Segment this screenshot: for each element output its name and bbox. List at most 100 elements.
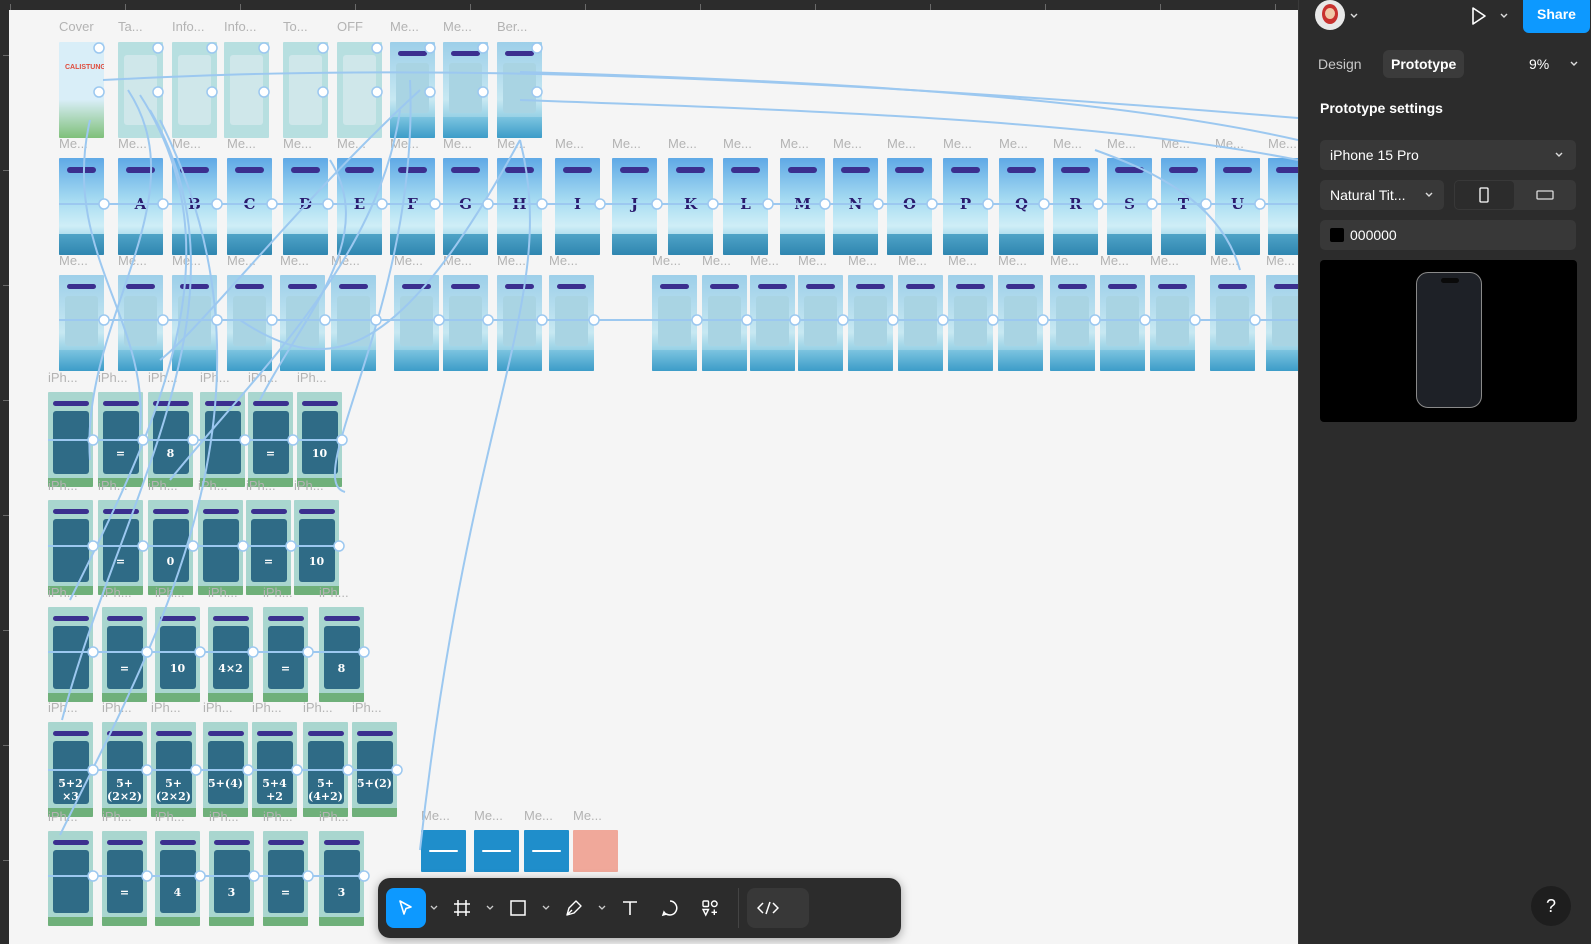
frame-thumbnail[interactable] — [524, 830, 569, 872]
components-tool-button[interactable] — [690, 888, 730, 928]
frame-label[interactable]: Me... — [443, 137, 472, 151]
frame-thumbnail[interactable]: U — [1215, 158, 1260, 255]
frame-thumbnail[interactable] — [549, 275, 594, 371]
frame-thumbnail[interactable]: 10 — [155, 607, 200, 702]
frame-thumbnail[interactable] — [573, 830, 618, 872]
frame-label[interactable]: iPh... — [203, 701, 233, 715]
frame-label[interactable]: iPh... — [155, 586, 185, 600]
frame-thumbnail[interactable] — [443, 275, 488, 371]
portrait-button[interactable] — [1455, 181, 1514, 209]
frame-label[interactable]: Me... — [337, 137, 366, 151]
frame-thumbnail[interactable] — [497, 42, 542, 138]
frame-label[interactable]: iPh... — [151, 701, 181, 715]
frame-thumbnail[interactable] — [59, 275, 104, 371]
frame-label[interactable]: Me... — [421, 809, 450, 823]
device-frame-select[interactable]: Natural Tit... — [1320, 180, 1444, 210]
frame-label[interactable]: Me... — [549, 254, 578, 268]
frame-label[interactable]: iPh... — [48, 810, 78, 824]
frame-label[interactable]: iPh... — [102, 586, 132, 600]
frame-thumbnail[interactable]: I — [555, 158, 600, 255]
zoom-level[interactable]: 9% — [1529, 50, 1549, 78]
frame-label[interactable]: Me... — [668, 137, 697, 151]
frame-label[interactable]: Me... — [943, 137, 972, 151]
frame-thumbnail[interactable]: 5+(4+2) — [303, 722, 348, 817]
frame-thumbnail[interactable]: L — [723, 158, 768, 255]
frame-label[interactable]: Me... — [172, 137, 201, 151]
frame-thumbnail[interactable]: M — [780, 158, 825, 255]
device-select[interactable]: iPhone 15 Pro — [1320, 140, 1576, 170]
frame-label[interactable]: iPh... — [263, 810, 293, 824]
frame-label[interactable]: Me... — [443, 254, 472, 268]
frame-label[interactable]: iPh... — [352, 701, 382, 715]
frame-label[interactable]: Me... — [780, 137, 809, 151]
frame-label[interactable]: Me... — [227, 137, 256, 151]
frame-thumbnail[interactable] — [331, 275, 376, 371]
frame-thumbnail[interactable] — [421, 830, 466, 872]
frame-thumbnail[interactable] — [200, 392, 245, 487]
help-button[interactable]: ? — [1531, 886, 1571, 926]
frame-thumbnail[interactable]: = — [98, 392, 143, 487]
frame-thumbnail[interactable]: B — [172, 158, 217, 255]
frame-thumbnail[interactable]: 5+(2×2) — [151, 722, 196, 817]
frame-label[interactable]: Me... — [573, 809, 602, 823]
frame-label[interactable]: Me... — [1107, 137, 1136, 151]
frame-thumbnail[interactable]: G — [443, 158, 488, 255]
frame-thumbnail[interactable]: K — [668, 158, 713, 255]
text-tool-button[interactable] — [610, 888, 650, 928]
landscape-button[interactable] — [1516, 181, 1575, 209]
frame-label[interactable]: iPh... — [303, 701, 333, 715]
dev-mode-toggle[interactable] — [747, 888, 809, 928]
frame-thumbnail[interactable] — [172, 275, 217, 371]
frame-thumbnail[interactable] — [948, 275, 993, 371]
frame-thumbnail[interactable]: C — [227, 158, 272, 255]
pen-tool-menu[interactable] — [594, 888, 610, 928]
frame-thumbnail[interactable]: S — [1107, 158, 1152, 255]
frame-label[interactable]: Me... — [750, 254, 779, 268]
frame-thumbnail[interactable]: F — [390, 158, 435, 255]
frame-label[interactable]: Me... — [1053, 137, 1082, 151]
frame-thumbnail[interactable]: 10 — [294, 500, 339, 595]
frame-label[interactable]: iPh... — [200, 371, 230, 385]
comment-tool-button[interactable] — [650, 888, 690, 928]
frame-thumbnail[interactable] — [1266, 275, 1298, 371]
frame-label[interactable]: Me... — [1215, 137, 1244, 151]
chevron-down-icon[interactable] — [1569, 59, 1579, 69]
frame-thumbnail[interactable]: = — [263, 831, 308, 926]
frame-label[interactable]: iPh... — [319, 586, 349, 600]
frame-thumbnail[interactable] — [224, 42, 269, 138]
frame-thumbnail[interactable]: P — [943, 158, 988, 255]
frame-thumbnail[interactable]: 8 — [148, 392, 193, 487]
frame-label[interactable]: Me... — [1150, 254, 1179, 268]
frame-label[interactable]: iPh... — [297, 371, 327, 385]
frame-label[interactable]: iPh... — [48, 586, 78, 600]
frame-thumbnail[interactable] — [474, 830, 519, 872]
frame-thumbnail[interactable]: = — [248, 392, 293, 487]
frame-thumbnail[interactable] — [1100, 275, 1145, 371]
frame-thumbnail[interactable]: 8 — [319, 607, 364, 702]
frame-thumbnail[interactable] — [48, 831, 93, 926]
tab-design[interactable]: Design — [1310, 50, 1370, 78]
frame-label[interactable]: iPh... — [263, 586, 293, 600]
frame-label[interactable]: Me... — [59, 137, 88, 151]
frame-thumbnail[interactable] — [337, 42, 382, 138]
share-button[interactable]: Share — [1523, 0, 1590, 33]
frame-thumbnail[interactable]: 3 — [319, 831, 364, 926]
frame-thumbnail[interactable]: N — [833, 158, 878, 255]
frame-label[interactable]: iPh... — [155, 810, 185, 824]
frame-label[interactable]: Me... — [833, 137, 862, 151]
frame-label[interactable]: Me... — [998, 254, 1027, 268]
chevron-down-icon[interactable] — [1499, 11, 1509, 21]
background-color-field[interactable]: 000000 — [1320, 220, 1576, 250]
frame-thumbnail[interactable] — [394, 275, 439, 371]
frame-label[interactable]: Me... — [497, 254, 526, 268]
frame-label[interactable]: iPh... — [246, 479, 276, 493]
frame-label[interactable]: Me... — [898, 254, 927, 268]
frame-label[interactable]: Me... — [555, 137, 584, 151]
frame-thumbnail[interactable] — [390, 42, 435, 138]
frame-label[interactable]: iPh... — [198, 479, 228, 493]
frame-thumbnail[interactable]: J — [612, 158, 657, 255]
frame-label[interactable]: Me... — [948, 254, 977, 268]
frame-thumbnail[interactable] — [48, 607, 93, 702]
frame-label[interactable]: iPh... — [102, 810, 132, 824]
frame-label[interactable]: To... — [283, 20, 308, 34]
